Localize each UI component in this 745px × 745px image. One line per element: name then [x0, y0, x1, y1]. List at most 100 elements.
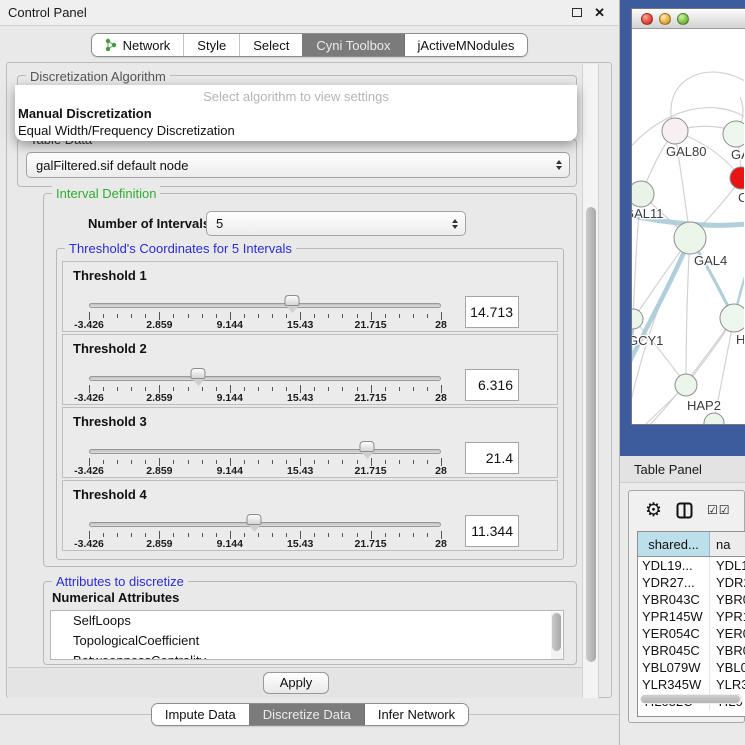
attributes-group-title: Attributes to discretize: [52, 574, 188, 589]
threshold-3-value-field[interactable]: 21.4: [465, 442, 519, 474]
attribute-list-item[interactable]: BetweennessCentrality: [51, 651, 563, 660]
slider-tick: [399, 387, 400, 391]
gear-icon[interactable]: ⚙: [645, 501, 662, 520]
threshold-2-slider[interactable]: -3.4262.8599.14415.4321.71528: [89, 335, 441, 404]
attribute-list-item[interactable]: SelfLoops: [51, 611, 563, 631]
attribute-list-item[interactable]: TopologicalCoefficient: [51, 631, 563, 651]
network-node[interactable]: [730, 167, 744, 189]
slider-tick-label: -3.426: [74, 392, 104, 404]
zoom-traffic-light-icon[interactable]: [677, 13, 689, 25]
slider-tick-label: 9.144: [217, 392, 243, 404]
slider-thumb[interactable]: [191, 368, 206, 379]
table-data-combobox[interactable]: galFiltered.sif default node: [26, 152, 570, 178]
close-icon[interactable]: ✕: [594, 5, 605, 21]
threshold-4-value-field[interactable]: 11.344: [465, 515, 519, 547]
tab-infer-network[interactable]: Infer Network: [364, 704, 468, 725]
threshold-2-value-field[interactable]: 6.316: [465, 369, 519, 401]
cell-name: YLR3: [710, 676, 745, 693]
column-header-name[interactable]: na: [710, 532, 745, 556]
cell-shared-name: YBR045C: [638, 642, 710, 659]
slider-tick: [103, 314, 104, 318]
slider-thumb[interactable]: [247, 514, 262, 525]
slider-track[interactable]: [89, 449, 441, 454]
table-horizontal-scrollbar[interactable]: [640, 694, 743, 704]
table-row[interactable]: YPR145WYPR1: [638, 608, 745, 625]
network-node[interactable]: [720, 304, 744, 332]
select-columns-checkboxes-icon[interactable]: ☑☑: [707, 503, 731, 517]
network-window-titlebar: [632, 9, 745, 29]
network-node-label: GAL80: [666, 144, 706, 159]
scrollbar-thumb[interactable]: [586, 207, 596, 662]
slider-tick: [328, 387, 329, 391]
network-node[interactable]: [662, 118, 688, 144]
cell-shared-name: YDL19...: [638, 557, 710, 574]
tab-cyni-toolbox[interactable]: Cyni Toolbox: [302, 34, 403, 56]
table-row[interactable]: YBL079WYBL0: [638, 659, 745, 676]
table-row[interactable]: YDL19...YDL1: [638, 557, 745, 574]
top-tab-bar: Network Style Select Cyni Toolbox jActiv…: [0, 33, 619, 57]
network-node[interactable]: [632, 181, 654, 207]
slider-tick: [328, 314, 329, 318]
network-node-label: GCY1: [632, 333, 663, 348]
thresholds-group-title: Threshold's Coordinates for 5 Intervals: [65, 241, 296, 256]
thresholds-stack: Threshold 1 -3.4262.8599.14415.4321.7152…: [62, 261, 558, 551]
close-traffic-light-icon[interactable]: [641, 13, 653, 25]
network-canvas[interactable]: GAL80GACGAL11GAL4GCY1HHAP2: [632, 29, 744, 424]
table-row[interactable]: YLR345WYLR3: [638, 676, 745, 693]
panel-scrollbar[interactable]: [582, 64, 599, 698]
column-header-shared-name[interactable]: shared...: [638, 532, 710, 556]
slider-tick: [258, 533, 259, 537]
network-node[interactable]: [674, 222, 706, 254]
slider-tick-label: 9.144: [217, 538, 243, 550]
columns-icon[interactable]: [676, 502, 693, 519]
float-window-icon[interactable]: [572, 8, 582, 17]
tab-impute-data[interactable]: Impute Data: [152, 704, 249, 725]
table-row[interactable]: YBR045CYBR0: [638, 642, 745, 659]
tab-style-label: Style: [197, 38, 226, 53]
table-row[interactable]: YDR27...YDR2: [638, 574, 745, 591]
network-node[interactable]: [675, 374, 697, 396]
tab-discretize-data[interactable]: Discretize Data: [249, 704, 364, 725]
network-node-label: GAL11: [632, 206, 664, 221]
slider-track[interactable]: [89, 522, 441, 527]
slider-tick: [385, 314, 386, 318]
slider-tick: [145, 460, 146, 464]
network-node[interactable]: [723, 121, 744, 147]
tab-select-label: Select: [253, 38, 289, 53]
number-of-intervals-combobox[interactable]: 5: [206, 211, 466, 236]
slider-tick: [342, 387, 343, 391]
slider-track[interactable]: [89, 376, 441, 381]
discretization-algorithm-group-title: Discretization Algorithm: [26, 69, 170, 84]
threshold-1-slider[interactable]: -3.4262.8599.14415.4321.71528: [89, 262, 441, 331]
tab-style[interactable]: Style: [183, 34, 239, 56]
interval-definition-group: Interval Definition Number of Intervals …: [43, 193, 577, 567]
table-row[interactable]: YER054CYER0: [638, 625, 745, 642]
slider-tick: [216, 460, 217, 464]
slider-tick: [286, 460, 287, 464]
slider-tick: [103, 533, 104, 537]
cell-shared-name: YER054C: [638, 625, 710, 642]
network-node[interactable]: [632, 309, 643, 329]
slider-thumb[interactable]: [285, 295, 300, 306]
scrollbar-thumb[interactable]: [641, 695, 740, 703]
threshold-3-slider[interactable]: -3.4262.8599.14415.4321.71528: [89, 408, 441, 477]
minimize-traffic-light-icon[interactable]: [659, 13, 671, 25]
network-node[interactable]: [704, 413, 724, 424]
apply-button[interactable]: Apply: [263, 672, 329, 694]
tab-select[interactable]: Select: [239, 34, 302, 56]
slider-track[interactable]: [89, 303, 441, 308]
network-node-label: C: [738, 190, 744, 205]
slider-tick: [103, 460, 104, 464]
scrollbar-thumb[interactable]: [552, 613, 561, 651]
algorithm-option-manual[interactable]: Manual Discretization: [15, 106, 577, 123]
table-row[interactable]: YBR043CYBR0: [638, 591, 745, 608]
slider-thumb[interactable]: [360, 441, 375, 452]
attribute-list-scrollbar[interactable]: [551, 612, 562, 660]
threshold-1-value-field[interactable]: 14.713: [465, 296, 519, 328]
threshold-4-slider[interactable]: -3.4262.8599.14415.4321.71528: [89, 481, 441, 550]
slider-tick: [216, 533, 217, 537]
algorithm-option-equal-width[interactable]: Equal Width/Frequency Discretization: [15, 123, 577, 140]
tab-jactivemnodules[interactable]: jActiveMNodules: [404, 34, 528, 56]
slider-tick: [328, 460, 329, 464]
tab-network[interactable]: Network: [92, 34, 184, 56]
